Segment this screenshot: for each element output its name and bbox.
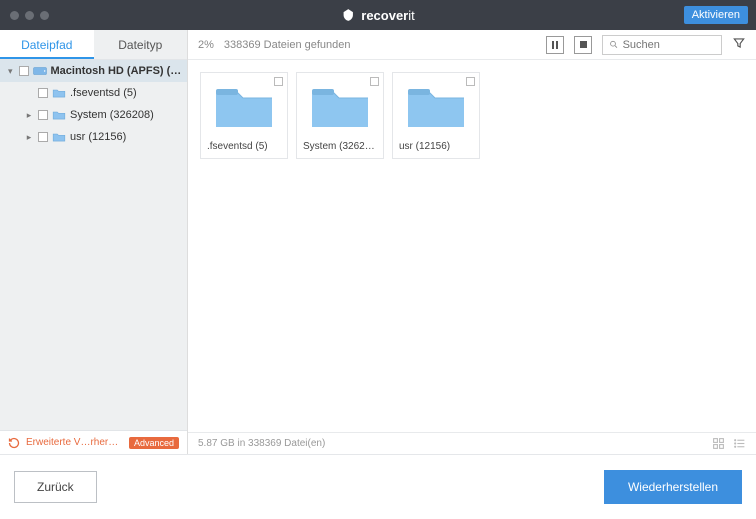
- folder-icon: [52, 87, 66, 99]
- chevron-right-icon[interactable]: ▸: [24, 110, 34, 121]
- brand: recoverit: [341, 8, 414, 23]
- toolbar: 2% 338369 Dateien gefunden: [188, 30, 756, 60]
- tree-label: System (326208): [70, 109, 154, 121]
- folder-icon: [52, 109, 66, 121]
- zoom-dot[interactable]: [40, 11, 49, 20]
- folder-icon: [205, 77, 283, 137]
- folder-tile[interactable]: .fseventsd (5): [200, 72, 288, 159]
- chevron-right-icon[interactable]: ▸: [24, 132, 34, 143]
- scan-percent: 2%: [198, 39, 214, 51]
- pause-button[interactable]: [546, 36, 564, 54]
- scan-status: 338369 Dateien gefunden: [224, 39, 351, 51]
- tile-caption: usr (12156): [397, 137, 475, 154]
- sidebar: Dateipfad Dateityp ▾ Macintosh HD (APFS)…: [0, 30, 188, 454]
- tile-caption: .fseventsd (5): [205, 137, 283, 154]
- folder-icon: [397, 77, 475, 137]
- folder-icon: [301, 77, 379, 137]
- tree-label: Macintosh HD (APFS) (338369): [51, 65, 187, 77]
- window-controls: [10, 11, 49, 20]
- refresh-icon: [8, 437, 20, 449]
- back-button[interactable]: Zurück: [14, 471, 97, 503]
- file-tree: ▾ Macintosh HD (APFS) (338369) .fsevents…: [0, 60, 187, 430]
- titlebar: recoverit Aktivieren: [0, 0, 756, 30]
- status-text: 5.87 GB in 338369 Datei(en): [198, 438, 325, 449]
- checkbox[interactable]: [19, 66, 29, 76]
- tab-filepath[interactable]: Dateipfad: [0, 30, 94, 59]
- checkbox[interactable]: [38, 88, 48, 98]
- tile-caption: System (326208): [301, 137, 379, 154]
- brand-bold: recover: [361, 8, 408, 23]
- checkbox[interactable]: [38, 132, 48, 142]
- search-icon: [609, 39, 619, 50]
- footer: Zurück Wiederherstellen: [0, 454, 756, 519]
- status-bar: 5.87 GB in 338369 Datei(en): [188, 432, 756, 454]
- advanced-recovery-bar[interactable]: Erweiterte V…rherstellung Advanced: [0, 430, 187, 454]
- close-dot[interactable]: [10, 11, 19, 20]
- search-input[interactable]: [623, 39, 715, 51]
- checkbox[interactable]: [274, 77, 283, 86]
- search-box[interactable]: [602, 35, 722, 55]
- tree-label: .fseventsd (5): [70, 87, 137, 99]
- tab-filetype[interactable]: Dateityp: [94, 30, 188, 59]
- folder-tile[interactable]: usr (12156): [392, 72, 480, 159]
- checkbox[interactable]: [370, 77, 379, 86]
- checkbox[interactable]: [38, 110, 48, 120]
- stop-button[interactable]: [574, 36, 592, 54]
- brand-logo-icon: [341, 8, 355, 22]
- recover-button[interactable]: Wiederherstellen: [604, 470, 742, 504]
- minimize-dot[interactable]: [25, 11, 34, 20]
- tree-root[interactable]: ▾ Macintosh HD (APFS) (338369): [0, 60, 187, 82]
- chevron-down-icon[interactable]: ▾: [6, 66, 15, 77]
- main-panel: 2% 338369 Dateien gefunden .fseventsd (5…: [188, 30, 756, 454]
- checkbox[interactable]: [466, 77, 475, 86]
- brand-light: it: [408, 8, 415, 23]
- advanced-badge: Advanced: [129, 437, 179, 449]
- filter-button[interactable]: [732, 36, 746, 53]
- tree-item[interactable]: ▸ usr (12156): [0, 126, 187, 148]
- sidebar-tabs: Dateipfad Dateityp: [0, 30, 187, 60]
- tree-label: usr (12156): [70, 131, 126, 143]
- list-view-icon[interactable]: [733, 437, 746, 450]
- view-toggle: [712, 437, 746, 450]
- grid-view-icon[interactable]: [712, 437, 725, 450]
- activate-button[interactable]: Aktivieren: [684, 6, 748, 24]
- advanced-text: Erweiterte V…rherstellung: [26, 437, 123, 448]
- tree-item[interactable]: .fseventsd (5): [0, 82, 187, 104]
- disk-icon: [33, 65, 47, 77]
- results-grid: .fseventsd (5) System (326208) usr (1215…: [188, 60, 756, 432]
- folder-icon: [52, 131, 66, 143]
- tree-item[interactable]: ▸ System (326208): [0, 104, 187, 126]
- folder-tile[interactable]: System (326208): [296, 72, 384, 159]
